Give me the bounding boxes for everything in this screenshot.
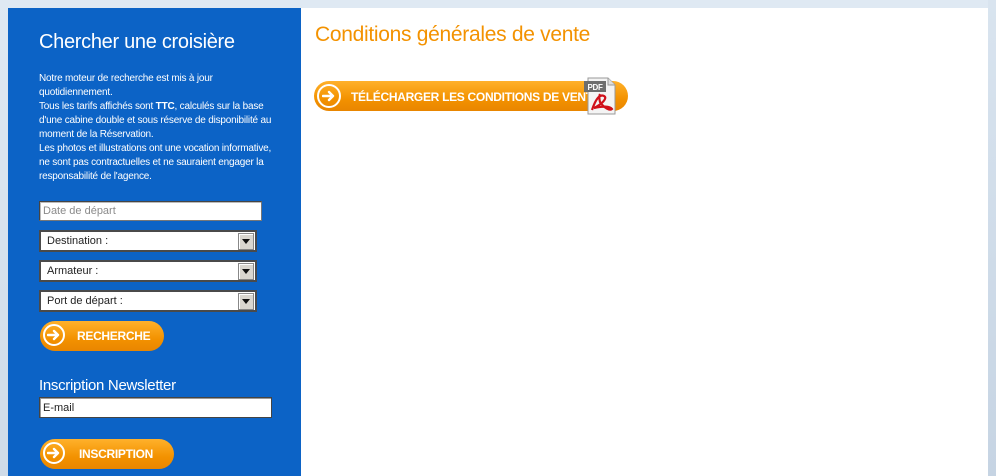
destination-select[interactable]: Destination : [39, 230, 257, 252]
port-select-value: Port de départ : [47, 295, 123, 307]
info-line-photos: Les photos et illustrations ont une voca… [39, 143, 272, 182]
info-prices-bold: TTC [155, 101, 175, 112]
sidebar-title: Chercher une croisière [39, 31, 235, 53]
arrow-right-circle-icon [317, 84, 341, 108]
chevron-down-icon[interactable] [238, 263, 254, 280]
port-select[interactable]: Port de départ : [39, 290, 257, 312]
info-prices-pre: Tous les tarifs affichés sont [39, 101, 156, 112]
search-info-text: Notre moteur de recherche est mis à jour… [39, 72, 279, 184]
pdf-file-icon: PDF [584, 77, 616, 115]
info-line-update: Notre moteur de recherche est mis à jour… [39, 73, 213, 98]
armateur-select[interactable]: Armateur : [39, 260, 257, 282]
arrow-right-circle-icon [43, 324, 65, 346]
arrow-right-circle-icon [43, 442, 65, 464]
download-conditions-label: TÉLÉCHARGER LES CONDITIONS DE VENTE [351, 90, 601, 104]
email-field[interactable] [39, 397, 272, 418]
armateur-select-value: Armateur : [47, 265, 99, 277]
info-line-prices: Tous les tarifs affichés sont TTC, calcu… [39, 100, 279, 142]
search-sidebar: Chercher une croisière Notre moteur de r… [8, 8, 301, 476]
newsletter-title: Inscription Newsletter [39, 377, 176, 394]
page-container: Chercher une croisière Notre moteur de r… [8, 8, 988, 476]
pdf-label: PDF [587, 83, 603, 92]
search-button[interactable]: RECHERCHE [40, 321, 164, 351]
page-title: Conditions générales de vente [315, 23, 590, 46]
subscribe-button-label: INSCRIPTION [79, 447, 154, 461]
chevron-down-icon[interactable] [238, 233, 254, 250]
subscribe-button[interactable]: INSCRIPTION [40, 439, 174, 469]
window-edge [988, 0, 996, 476]
search-button-label: RECHERCHE [77, 329, 151, 343]
download-conditions-button[interactable]: TÉLÉCHARGER LES CONDITIONS DE VENTE PDF [314, 77, 628, 115]
departure-date-input[interactable] [39, 201, 262, 221]
chevron-down-icon[interactable] [238, 293, 254, 310]
destination-select-value: Destination : [47, 235, 109, 247]
